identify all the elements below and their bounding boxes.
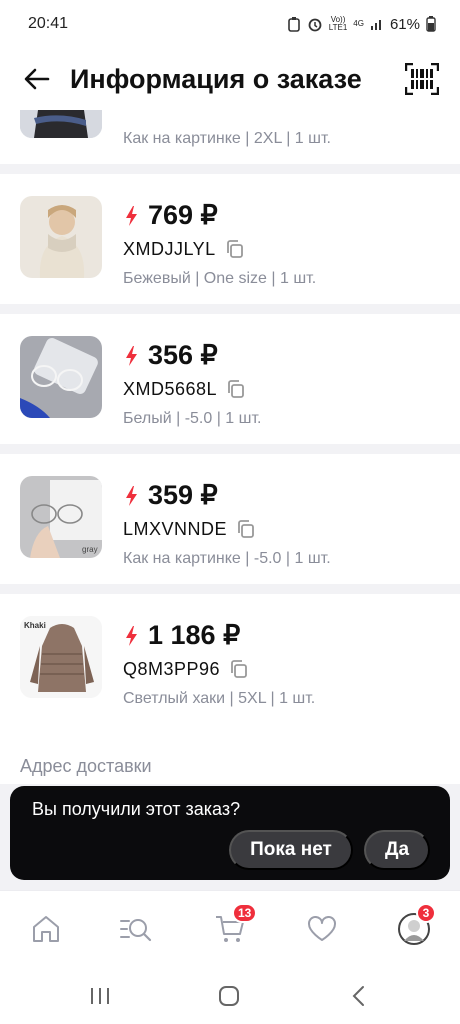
- barcode-icon: [405, 63, 439, 95]
- price-row: 359 ₽: [124, 480, 218, 511]
- copy-icon[interactable]: [225, 378, 247, 400]
- order-item[interactable]: 356 ₽ XMD5668L Белый | -5.0 | 1 шт.: [0, 314, 460, 444]
- volte-indicator: Vo)) LTE1: [328, 15, 348, 32]
- nav-catalog[interactable]: [118, 911, 154, 947]
- home-circle-icon: [219, 986, 239, 1006]
- item-variant: Как на картинке | 2XL | 1 шт.: [123, 130, 331, 147]
- lightning-icon: [126, 485, 137, 506]
- item-sku: Q8M3PP96: [123, 658, 221, 679]
- system-nav-bar: [0, 966, 460, 1024]
- order-item[interactable]: gray 359 ₽ LMXVNNDE Как на картинке | -5…: [0, 454, 460, 584]
- nav-profile[interactable]: 3: [396, 903, 436, 947]
- back-chevron-icon: [352, 986, 364, 1006]
- toast-question: Вы получили этот заказ?: [32, 799, 241, 819]
- recent-apps-button[interactable]: [82, 978, 118, 1014]
- price-row: 1 186 ₽: [124, 620, 240, 651]
- price-row: 356 ₽: [124, 340, 218, 371]
- home-system-button[interactable]: [211, 978, 247, 1014]
- page-title: Информация о заказе: [70, 63, 362, 94]
- item-sku: XMD5668L: [123, 378, 218, 399]
- item-price: 356 ₽: [148, 340, 218, 370]
- sku-row: XMD5668L: [123, 378, 247, 400]
- recent-apps-icon: [91, 988, 109, 1004]
- sku-row: Q8M3PP96: [123, 658, 250, 680]
- item-sku: XMDJJLYL: [123, 238, 216, 259]
- copy-icon[interactable]: [224, 238, 246, 260]
- back-button[interactable]: [20, 62, 54, 96]
- receipt-confirmation-toast: Вы получили этот заказ? Пока нет Да: [10, 786, 450, 880]
- nav-home[interactable]: [28, 911, 64, 947]
- barcode-button[interactable]: [404, 61, 440, 97]
- order-item[interactable]: 769 ₽ XMDJJLYL Бежевый | One size | 1 шт…: [0, 174, 460, 304]
- bottom-nav: 13 3: [0, 890, 460, 966]
- thumb-label: gray: [82, 545, 98, 554]
- status-time: 20:41: [28, 15, 69, 32]
- order-items-list[interactable]: Как на картинке | 2XL | 1 шт. 769 ₽ XMDJ…: [0, 110, 460, 780]
- item-variant: Бежевый | One size | 1 шт.: [123, 270, 317, 287]
- status-icons: Vo)) LTE1 4G 61%: [287, 16, 436, 33]
- not-yet-button[interactable]: Пока нет: [229, 830, 353, 870]
- thumb-label: Khaki: [24, 621, 46, 630]
- lightning-icon: [126, 345, 137, 366]
- battery-icon: [426, 16, 436, 32]
- item-variant: Белый | -5.0 | 1 шт.: [123, 410, 262, 427]
- alarm-icon: [308, 18, 322, 32]
- copy-icon[interactable]: [235, 518, 257, 540]
- order-item[interactable]: Как на картинке | 2XL | 1 шт.: [0, 110, 460, 164]
- lightning-icon: [126, 205, 137, 226]
- item-variant: Как на картинке | -5.0 | 1 шт.: [123, 550, 331, 567]
- arrow-left-icon: [24, 68, 50, 90]
- cart-badge: 13: [232, 903, 258, 923]
- item-price: 1 186 ₽: [148, 620, 241, 650]
- product-image[interactable]: Khaki: [20, 616, 102, 698]
- address-label: Адрес доставки: [20, 756, 152, 776]
- address-section: Адрес доставки: [0, 724, 460, 784]
- app-header: Информация о заказе: [0, 48, 460, 110]
- product-image[interactable]: [20, 196, 102, 278]
- yes-button[interactable]: Да: [364, 830, 430, 870]
- copy-icon[interactable]: [228, 658, 250, 680]
- item-price: 359 ₽: [148, 480, 218, 510]
- home-icon: [33, 916, 59, 942]
- product-image[interactable]: gray: [20, 476, 102, 558]
- status-bar: 20:41 Vo)) LTE1 4G 61%: [0, 0, 460, 48]
- back-system-button[interactable]: [340, 978, 376, 1014]
- heart-icon: [308, 916, 336, 941]
- sku-row: XMDJJLYL: [123, 238, 246, 260]
- network-type: 4G: [353, 19, 364, 28]
- catalog-search-icon: [120, 919, 152, 942]
- profile-badge: 3: [416, 903, 436, 923]
- nav-cart[interactable]: 13: [212, 903, 258, 947]
- lightning-icon: [126, 625, 137, 646]
- battery-percent: 61%: [389, 15, 420, 33]
- notification-icon: [287, 17, 300, 32]
- product-image[interactable]: [20, 110, 102, 138]
- item-price: 769 ₽: [148, 200, 218, 230]
- price-row: 769 ₽: [124, 200, 218, 231]
- product-image[interactable]: [20, 336, 102, 418]
- item-sku: LMXVNNDE: [123, 518, 228, 539]
- sku-row: LMXVNNDE: [123, 518, 257, 540]
- item-variant: Светлый хаки | 5XL | 1 шт.: [123, 690, 316, 707]
- signal-icon: [370, 20, 381, 30]
- nav-favorites[interactable]: [304, 911, 340, 947]
- order-item[interactable]: Khaki 1 186 ₽ Q8M3PP96 Светлый хаки | 5X…: [0, 594, 460, 724]
